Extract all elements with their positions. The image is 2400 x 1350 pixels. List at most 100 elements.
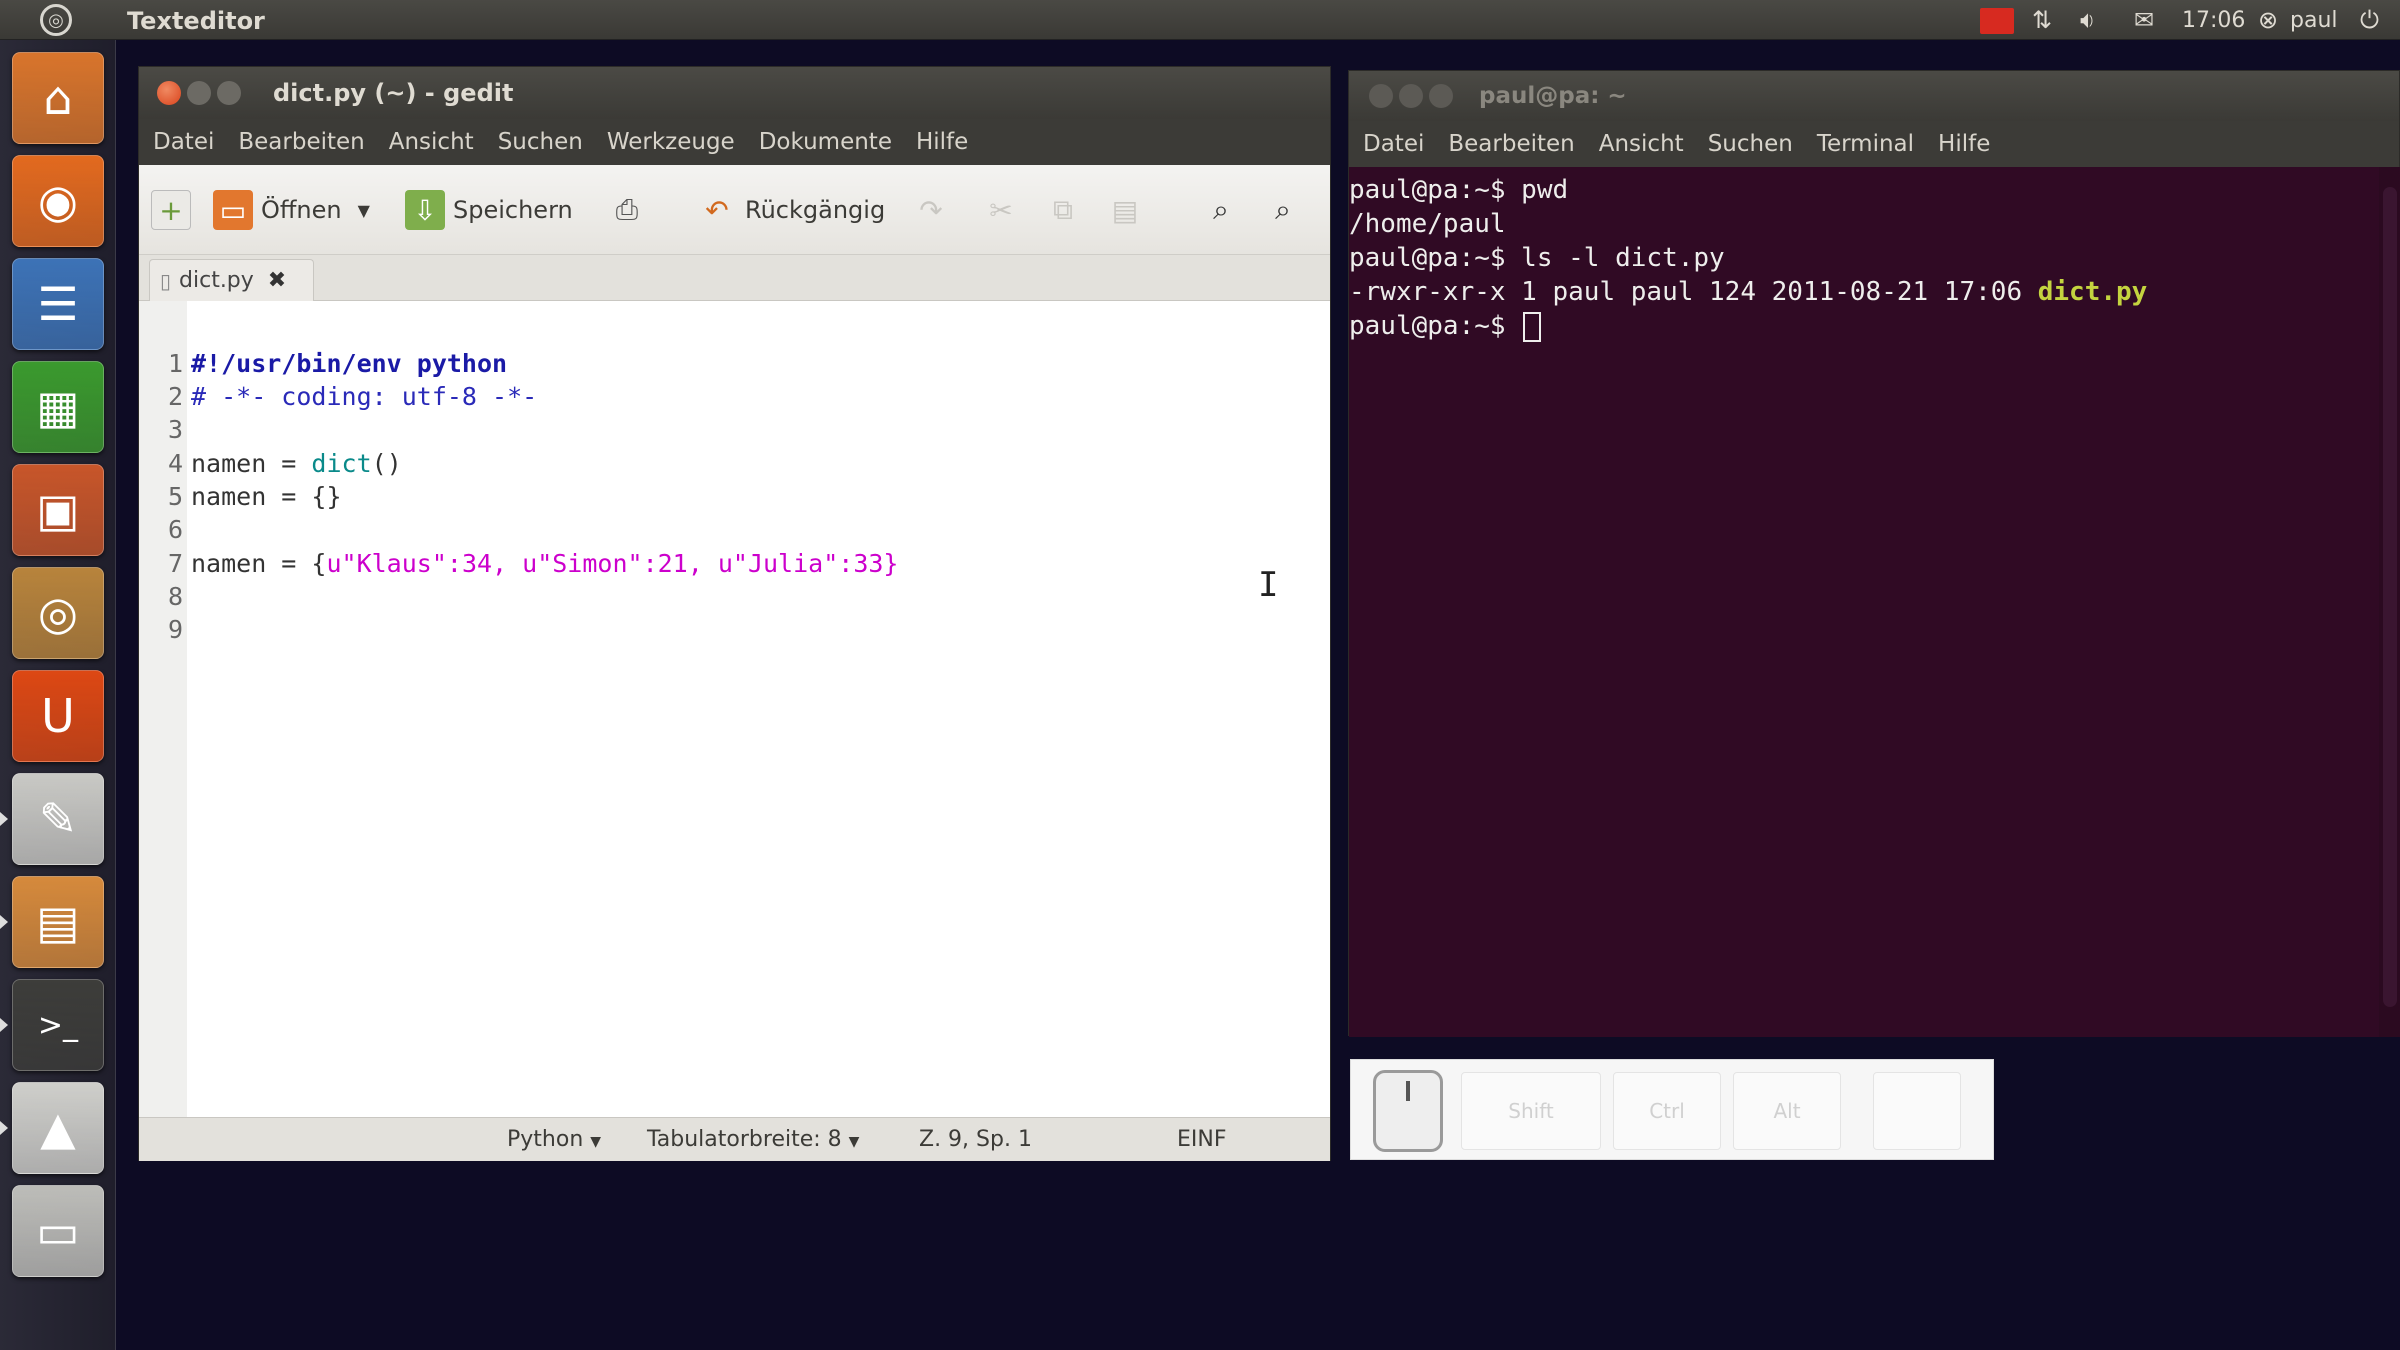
minimize-icon[interactable] [187,81,211,105]
window-title: dict.py (~) - gedit [273,79,514,107]
line-number: 3 [167,415,183,444]
firefox-icon[interactable]: ◉ [12,155,104,247]
undo-button[interactable]: ↶ Rückgängig [697,189,885,231]
gedit-toolbar: + ▭ Öffnen ▼ ⇩ Speichern ⎙ ↶ Rückgängig … [139,165,1330,255]
close-icon[interactable] [1369,84,1393,108]
screenshot-icon[interactable]: ▲ [12,1082,104,1174]
print-button[interactable]: ⎙ [607,189,647,231]
tab-label: dict.py [179,268,254,293]
text-editor-icon[interactable]: ✎ [12,773,104,865]
minimize-icon[interactable] [1399,84,1423,108]
chevron-down-icon: ▼ [590,1134,602,1150]
running-indicator [0,1018,8,1032]
code-line: namen = {u"Klaus":34, u"Simon":21, u"Jul… [191,549,898,578]
menu-ansicht[interactable]: Ansicht [1599,131,1684,157]
top-panel: ◎ Texteditor ⇅ 🔉︎ ✉ 17:06 ⊗ paul ⏻ [0,0,2400,40]
line-number: 8 [167,582,183,611]
ctrl-key: Ctrl [1613,1072,1721,1150]
volume-icon[interactable]: 🔉︎ [2080,6,2095,34]
system-icon[interactable]: ▭ [12,1185,104,1277]
scrollbar-thumb[interactable] [2383,187,2397,1007]
code-line: # -*- coding: utf-8 -*- [191,382,538,411]
code-text: :21, [642,549,718,578]
clock[interactable]: 17:06 [2182,6,2245,34]
file-icon: ▯ [160,268,172,293]
menu-werkzeuge[interactable]: Werkzeuge [607,129,735,155]
menu-datei[interactable]: Datei [153,129,214,155]
line-number: 9 [167,615,183,644]
home-folder-icon[interactable]: ⌂ [12,52,104,144]
tab-width-selector[interactable]: Tabulatorbreite: 8 ▼ [647,1127,859,1152]
calc-icon[interactable]: ▦ [12,361,104,453]
terminal-titlebar[interactable]: paul@pa: ~ [1349,71,2399,121]
files-icon[interactable]: ▤ [12,876,104,968]
code-string: u"Simon" [522,549,643,578]
copy-button[interactable]: ⧉ [1043,189,1083,231]
terminal-scrollbar[interactable] [2379,167,2400,1037]
code-text: () [371,449,402,478]
ubuntu-logo-icon[interactable]: ◎ [40,4,72,36]
menu-datei[interactable]: Datei [1363,131,1424,157]
text-cursor-icon: I [1258,565,1279,605]
writer-icon[interactable]: ☰ [12,258,104,350]
gedit-tabbar: ▯ dict.py ✖ [139,255,1330,301]
cursor-position: Z. 9, Sp. 1 [919,1127,1032,1152]
terminal-line: /home/paul [1349,209,1506,239]
network-icon[interactable]: ⇅ [2032,6,2052,34]
search-replace-button[interactable]: ⌕ [1263,189,1303,231]
menu-hilfe[interactable]: Hilfe [916,129,968,155]
impress-icon[interactable]: ▣ [12,464,104,556]
maximize-icon[interactable] [1429,84,1453,108]
maximize-icon[interactable] [217,81,241,105]
code-line: namen = {} [191,482,342,511]
save-button[interactable]: ⇩ Speichern [405,189,573,231]
user-name[interactable]: paul [2290,6,2338,34]
terminal-line: paul@pa:~$ [1349,311,1542,342]
code-line: namen = dict() [191,449,402,478]
user-icon[interactable]: ⊗ [2258,6,2278,34]
software-center-icon[interactable]: ◎ [12,567,104,659]
menu-terminal[interactable]: Terminal [1817,131,1914,157]
menu-dokumente[interactable]: Dokumente [759,129,892,155]
chevron-down-icon[interactable]: ▼ [358,201,370,220]
active-app-title: Texteditor [127,7,265,35]
alert-icon[interactable] [1980,8,2014,34]
print-icon: ⎙ [615,193,639,226]
gedit-titlebar[interactable]: dict.py (~) - gedit [139,67,1330,119]
redo-button[interactable]: ↷ [911,189,951,231]
tab-close-icon[interactable]: ✖ [268,268,286,293]
line-number: 1 [167,349,183,378]
open-button[interactable]: ▭ Öffnen ▼ [213,189,370,231]
undo-icon: ↶ [705,193,729,227]
ubuntu-one-icon[interactable]: U [12,670,104,762]
new-document-icon: + [151,190,191,230]
terminal-menubar: Datei Bearbeiten Ansicht Suchen Terminal… [1349,121,2399,167]
gedit-window: dict.py (~) - gedit Datei Bearbeiten Ans… [138,66,1331,1161]
key-display-overlay: Shift Ctrl Alt [1350,1059,1994,1160]
mail-icon[interactable]: ✉ [2134,6,2154,34]
power-icon[interactable]: ⏻ [2360,6,2379,34]
undo-label: Rückgängig [745,196,886,224]
code-editor[interactable]: 1 2 3 4 5 6 7 8 9 #!/usr/bin/env python … [139,301,1330,1117]
menu-hilfe[interactable]: Hilfe [1938,131,1990,157]
shift-key: Shift [1461,1072,1601,1150]
new-document-button[interactable]: + [151,189,191,231]
code-line: #!/usr/bin/env python [191,349,508,378]
menu-bearbeiten[interactable]: Bearbeiten [1448,131,1574,157]
menu-bearbeiten[interactable]: Bearbeiten [238,129,364,155]
menu-ansicht[interactable]: Ansicht [389,129,474,155]
close-icon[interactable] [157,81,181,105]
menu-suchen[interactable]: Suchen [498,129,583,155]
save-label: Speichern [453,196,573,224]
paste-button[interactable]: ▤ [1105,189,1145,231]
search-button[interactable]: ⌕ [1201,189,1241,231]
language-selector[interactable]: Python ▼ [507,1127,601,1152]
terminal-prompt: paul@pa:~$ [1349,311,1522,341]
terminal-line: paul@pa:~$ ls -l dict.py [1349,243,1725,273]
menu-suchen[interactable]: Suchen [1708,131,1793,157]
running-indicator [0,915,8,929]
terminal-icon[interactable]: >_ [12,979,104,1071]
cut-button[interactable]: ✂ [981,189,1021,231]
terminal-output[interactable]: paul@pa:~$ pwd /home/paul paul@pa:~$ ls … [1349,167,2399,1037]
tab-dict-py[interactable]: ▯ dict.py ✖ [149,259,314,301]
